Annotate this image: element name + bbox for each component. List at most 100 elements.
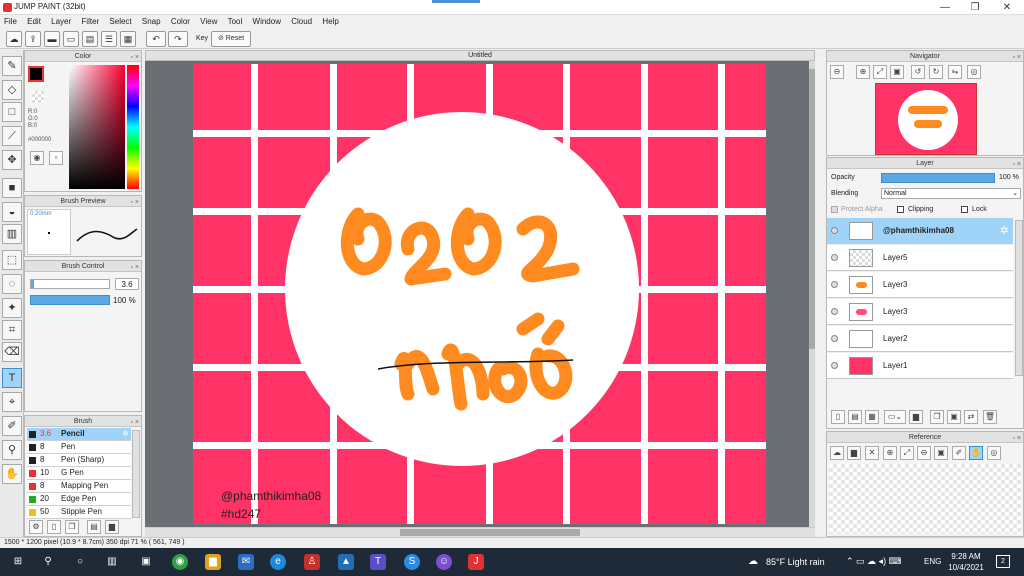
- swatch-picker-icon[interactable]: ▫: [49, 151, 63, 165]
- app-icon[interactable]: ♙: [304, 554, 320, 570]
- artwork[interactable]: @phamthikimha08 #hd247: [193, 64, 766, 524]
- bucket-tool-icon[interactable]: ◒: [2, 202, 22, 222]
- close-button[interactable]: ✕: [992, 0, 1022, 15]
- brush-item-edge-pen[interactable]: 20 Edge Pen: [27, 493, 131, 506]
- brush-item-stipple-pen[interactable]: 50 Stipple Pen: [27, 506, 131, 519]
- brush-item-pen-sharp[interactable]: 8 Pen (Sharp): [27, 454, 131, 467]
- saturation-value-picker[interactable]: [69, 65, 125, 189]
- actual-size-icon[interactable]: ▣: [934, 446, 948, 460]
- store-icon[interactable]: ▣: [138, 554, 154, 570]
- canvas-tab[interactable]: Untitled: [145, 50, 815, 61]
- cloud-icon[interactable]: ☁: [6, 31, 22, 47]
- zoom-out-icon[interactable]: ⊖: [917, 446, 931, 460]
- transparent-swatch[interactable]: [32, 91, 44, 103]
- reset-view-icon[interactable]: ◎: [967, 65, 981, 79]
- brush-item-g-pen[interactable]: 10 G Pen: [27, 467, 131, 480]
- menu-view[interactable]: View: [196, 15, 221, 28]
- fit-icon[interactable]: ⤢: [873, 65, 887, 79]
- new-raster-layer-icon[interactable]: ▤: [848, 410, 862, 424]
- fill-rect-tool-icon[interactable]: ■: [2, 178, 22, 198]
- lasso-icon[interactable]: ◌: [2, 274, 22, 294]
- select-eraser-icon[interactable]: ⌫: [2, 342, 22, 362]
- language-indicator[interactable]: ENG: [924, 557, 941, 566]
- brush-list-scrollbar[interactable]: [132, 430, 140, 518]
- cloud-icon[interactable]: ☁: [830, 446, 844, 460]
- undo-icon[interactable]: ↶: [146, 31, 166, 47]
- messenger-icon[interactable]: S: [404, 554, 420, 570]
- layer-menu-icon[interactable]: ▭⌄: [884, 410, 906, 424]
- delete-layer-icon[interactable]: 🗑: [983, 410, 997, 424]
- gear-icon[interactable]: ✲: [1000, 224, 1009, 237]
- layer-opacity-slider[interactable]: [881, 173, 995, 183]
- brush-folder-icon[interactable]: ▆: [105, 520, 119, 534]
- windows-start-icon[interactable]: ⊞: [10, 554, 26, 570]
- rotate-right-icon[interactable]: ↻: [929, 65, 943, 79]
- navigator-thumbnail[interactable]: [875, 83, 977, 155]
- visibility-icon[interactable]: [831, 254, 838, 261]
- clipping-checkbox[interactable]: [897, 206, 904, 213]
- task-view-icon[interactable]: ▥: [104, 554, 120, 570]
- chrome-icon[interactable]: ◉: [172, 554, 188, 570]
- layer-row[interactable]: Layer2: [827, 326, 1013, 352]
- rectangle-tool-icon[interactable]: □: [2, 102, 22, 122]
- grid-edit-icon[interactable]: ▦: [120, 31, 136, 47]
- notification-icon[interactable]: 2: [996, 555, 1010, 568]
- visibility-icon[interactable]: [831, 281, 838, 288]
- brush-settings-icon[interactable]: ⚙: [29, 520, 43, 534]
- monitor-icon[interactable]: ▭: [63, 31, 79, 47]
- hand-icon[interactable]: ✋: [969, 446, 983, 460]
- visibility-icon[interactable]: [831, 362, 838, 369]
- eraser-tool-icon[interactable]: ◇: [2, 80, 22, 100]
- zoom-tool-icon[interactable]: ⚲: [2, 440, 22, 460]
- mail-icon[interactable]: ✉: [238, 554, 254, 570]
- close-icon[interactable]: ✕: [865, 446, 879, 460]
- reset-button[interactable]: ⊘ Reset: [211, 31, 251, 47]
- brush-item-mapping-pen[interactable]: 8 Mapping Pen: [27, 480, 131, 493]
- document-icon[interactable]: ▤: [82, 31, 98, 47]
- visibility-icon[interactable]: [831, 308, 838, 315]
- edge-icon[interactable]: e: [270, 554, 286, 570]
- menu-select[interactable]: Select: [105, 15, 135, 28]
- select-pen-icon[interactable]: ⌗: [2, 320, 22, 340]
- maximize-button[interactable]: ❐: [960, 0, 990, 15]
- gear-icon[interactable]: ✲: [122, 428, 129, 440]
- new-halftone-layer-icon[interactable]: ▦: [865, 410, 879, 424]
- zoom-in-icon[interactable]: ⊕: [883, 446, 897, 460]
- opacity-slider[interactable]: [30, 295, 110, 305]
- brush-item-pen[interactable]: 8 Pen: [27, 441, 131, 454]
- rotate-left-icon[interactable]: ↺: [911, 65, 925, 79]
- layer-row[interactable]: Layer3: [827, 299, 1013, 325]
- reset-view-icon[interactable]: ◎: [987, 446, 1001, 460]
- file-explorer-icon[interactable]: ▆: [205, 554, 221, 570]
- visibility-icon[interactable]: [831, 335, 838, 342]
- transfer-layer-icon[interactable]: ⇄: [964, 410, 978, 424]
- menu-window[interactable]: Window: [249, 15, 285, 28]
- size-value[interactable]: 3.6: [115, 278, 139, 290]
- canvas-vertical-scrollbar[interactable]: [809, 61, 815, 527]
- menu-cloud[interactable]: Cloud: [287, 15, 316, 28]
- protect-alpha-checkbox[interactable]: [831, 206, 838, 213]
- menu-file[interactable]: File: [0, 15, 21, 28]
- merge-layer-icon[interactable]: ▣: [947, 410, 961, 424]
- zoom-in-icon[interactable]: ⊕: [856, 65, 870, 79]
- weather-text[interactable]: 85°F Light rain: [766, 557, 825, 567]
- eyedropper-icon[interactable]: ✐: [2, 416, 22, 436]
- layer-row[interactable]: Layer1: [827, 353, 1013, 379]
- open-folder-icon[interactable]: ▆: [847, 446, 861, 460]
- palette-icon[interactable]: ◉: [30, 151, 44, 165]
- hand-tool-icon[interactable]: ✋: [2, 464, 22, 484]
- hue-slider[interactable]: [127, 65, 139, 189]
- text-tool-icon[interactable]: T: [2, 368, 22, 388]
- redo-icon[interactable]: ↷: [168, 31, 188, 47]
- export-icon[interactable]: ⇪: [25, 31, 41, 47]
- primary-color-swatch[interactable]: [28, 66, 44, 82]
- menu-tool[interactable]: Tool: [224, 15, 247, 28]
- teams-icon[interactable]: T: [370, 554, 386, 570]
- comment-icon[interactable]: ▬: [44, 31, 60, 47]
- list-icon[interactable]: ☰: [101, 31, 117, 47]
- search-icon[interactable]: ⚲: [40, 554, 56, 570]
- new-folder-icon[interactable]: ▆: [909, 410, 923, 424]
- reference-canvas[interactable]: [829, 464, 1021, 534]
- visibility-icon[interactable]: [831, 227, 838, 234]
- tray-icons[interactable]: ⌃ ▭ ☁ ◂) ⌨: [846, 556, 902, 567]
